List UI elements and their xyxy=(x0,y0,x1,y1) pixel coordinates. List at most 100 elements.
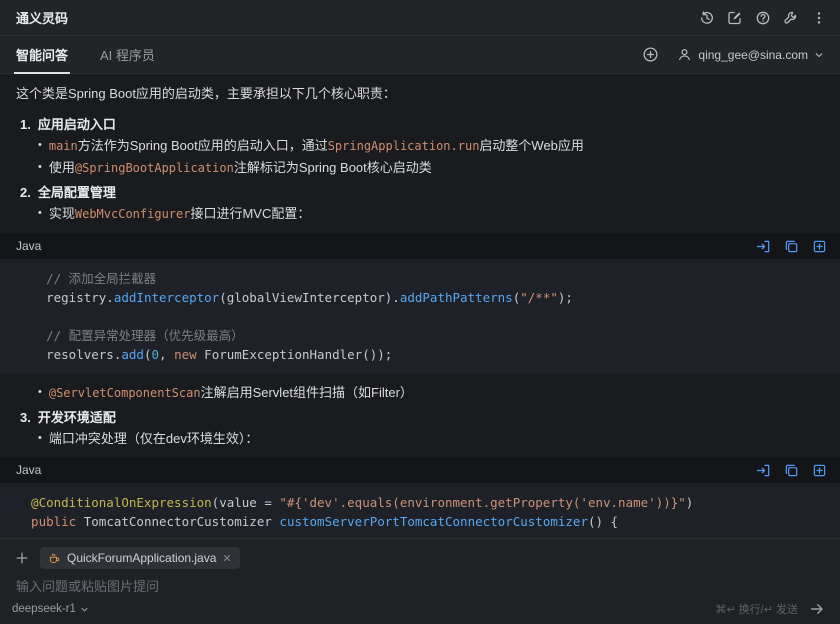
insert-new-file-icon[interactable] xyxy=(808,235,830,257)
text-segment: "/**" xyxy=(520,290,558,305)
message-list-item: • main方法作为Spring Boot应用的启动入口，通过SpringAppl… xyxy=(0,135,840,157)
text-segment: (value = xyxy=(211,495,280,510)
message-list-item: • @ServletComponentScan注解启用Servlet组件扫描（如F… xyxy=(0,382,840,404)
inline-code: SpringApplication.run xyxy=(327,139,480,153)
text-segment: 端口冲突处理（仅在dev环境生效）： xyxy=(48,431,259,446)
code-block: Java // 添加全局拦截器 registry.addInterceptor(… xyxy=(0,233,840,374)
close-icon[interactable] xyxy=(222,553,232,563)
text-segment: 实现 xyxy=(48,206,75,221)
code-content: @ConditionalOnExpression(value = "#{'dev… xyxy=(0,483,840,538)
list-item-text: 这个类是Spring Boot应用的启动类，主要承担以下几个核心职责： xyxy=(16,86,396,101)
text-segment: 全局配置管理 xyxy=(37,185,116,200)
chat-messages: 这个类是Spring Boot应用的启动类，主要承担以下几个核心职责： 1. 应用启… xyxy=(0,74,840,538)
new-conversation-icon[interactable] xyxy=(637,42,663,68)
list-marker: • xyxy=(38,161,42,173)
top-bar: 通义灵码 xyxy=(0,0,840,36)
text-segment: 方法作为Spring Boot应用的启动入口，通过 xyxy=(77,138,328,153)
copy-code-icon[interactable] xyxy=(780,459,802,481)
list-item-text: 全局配置管理 xyxy=(38,183,116,202)
copy-code-icon[interactable] xyxy=(780,235,802,257)
model-selector[interactable]: deepseek-r1 xyxy=(12,603,89,615)
text-segment: // 配置异常处理器（优先级最高） xyxy=(16,328,244,343)
chevron-down-icon xyxy=(80,605,89,614)
list-marker: • xyxy=(38,432,42,444)
text-segment: @ConditionalOnExpression xyxy=(16,495,212,510)
text-segment: 启动整个Web应用 xyxy=(479,138,584,153)
tab-bar: 智能问答 AI 程序员 qing_gee@sina.com xyxy=(0,36,840,74)
list-item-text: main方法作为Spring Boot应用的启动入口，通过SpringAppli… xyxy=(49,136,584,156)
message-list-item: 1. 应用启动入口 xyxy=(0,114,840,135)
context-row: QuickForumApplication.java xyxy=(12,547,828,569)
text-segment: 注解启用Servlet组件扫描（如Filter） xyxy=(200,385,413,400)
chat-input[interactable] xyxy=(16,579,824,594)
more-icon[interactable] xyxy=(806,5,832,31)
send-icon[interactable] xyxy=(806,598,828,620)
list-marker: • xyxy=(38,139,42,151)
list-item-text: 端口冲突处理（仅在dev环境生效）： xyxy=(49,429,258,448)
insert-code-icon[interactable] xyxy=(752,235,774,257)
tabs: 智能问答 AI 程序员 xyxy=(0,36,171,74)
text-segment: "#{'dev'.equals(environment.getProperty(… xyxy=(279,495,686,510)
code-line: // 配置异常处理器（优先级最高） xyxy=(16,326,824,345)
input-row xyxy=(12,569,828,600)
list-item-text: 开发环境适配 xyxy=(38,408,116,427)
code-block: Java @ConditionalOnExpression(value = "#… xyxy=(0,457,840,538)
code-language-label: Java xyxy=(16,463,42,477)
text-segment: new xyxy=(174,347,197,362)
context-file-name: QuickForumApplication.java xyxy=(67,551,217,565)
text-segment: ) xyxy=(685,495,694,510)
list-item-text: 应用启动入口 xyxy=(38,115,116,134)
list-marker: 3. xyxy=(20,410,31,425)
text-segment: , xyxy=(159,347,175,362)
insert-code-icon[interactable] xyxy=(752,459,774,481)
account-menu[interactable]: qing_gee@sina.com xyxy=(671,43,830,66)
text-segment: addPathPatterns xyxy=(399,290,513,305)
chevron-down-icon xyxy=(814,50,824,60)
code-block-header: Java xyxy=(0,457,840,483)
account-email: qing_gee@sina.com xyxy=(698,47,808,62)
code-line: public TomcatConnectorCustomizer customS… xyxy=(16,512,824,531)
add-context-icon[interactable] xyxy=(12,548,32,568)
inline-code: @SpringBootApplication xyxy=(74,161,234,175)
text-segment: // 添加全局拦截器 xyxy=(16,271,157,286)
history-icon[interactable] xyxy=(694,5,720,31)
context-file-chip[interactable]: QuickForumApplication.java xyxy=(40,547,241,569)
inline-code: WebMvcConfigurer xyxy=(74,207,191,221)
tab-label: 智能问答 xyxy=(16,48,69,63)
new-session-icon[interactable] xyxy=(722,5,748,31)
code-content: // 添加全局拦截器 registry.addInterceptor(globa… xyxy=(0,259,840,374)
java-file-icon xyxy=(48,552,61,565)
text-segment: 开发环境适配 xyxy=(37,410,116,425)
tab-smart-qa[interactable]: 智能问答 xyxy=(0,36,84,74)
tools-icon[interactable] xyxy=(778,5,804,31)
message-list-item: 3. 开发环境适配 xyxy=(0,407,840,428)
help-icon[interactable] xyxy=(750,5,776,31)
tongyi-lingma-panel: 通义灵码 智能问答 AI 程序员 qing_gee@sina.com 这个类是S… xyxy=(0,0,840,624)
user-icon xyxy=(677,47,692,62)
text-segment: 这个类是Spring Boot应用的启动类，主要承担以下几个核心职责： xyxy=(16,86,396,101)
message-list-item: 2. 全局配置管理 xyxy=(0,182,840,203)
composer-bottom: deepseek-r1 ⌘↵ 换行/↵ 发送 xyxy=(12,600,828,618)
code-block-header: Java xyxy=(0,233,840,259)
inline-code: main xyxy=(48,139,78,153)
send-area: ⌘↵ 换行/↵ 发送 xyxy=(715,598,828,620)
list-marker: 2. xyxy=(20,185,31,200)
list-marker: • xyxy=(38,386,42,398)
list-marker: • xyxy=(38,207,42,219)
code-line: // 添加全局拦截器 xyxy=(16,269,824,288)
text-segment: ForumExceptionHandler()); xyxy=(196,347,393,362)
text-segment: customServerPortTomcatConnectorCustomize… xyxy=(279,514,588,529)
code-actions xyxy=(752,459,830,481)
insert-new-file-icon[interactable] xyxy=(808,459,830,481)
list-item-text: 实现WebMvcConfigurer接口进行MVC配置： xyxy=(49,204,311,224)
composer: QuickForumApplication.java deepseek-r1 xyxy=(0,538,840,624)
tab-ai-programmer[interactable]: AI 程序员 xyxy=(84,36,171,73)
message-list-item: • 使用@SpringBootApplication注解标记为Spring Boo… xyxy=(0,157,840,179)
code-actions xyxy=(752,235,830,257)
text-segment: 注解标记为Spring Boot核心启动类 xyxy=(233,160,432,175)
inline-code: @ServletComponentScan xyxy=(48,386,201,400)
code-line: registry.addInterceptor(globalViewInterc… xyxy=(16,288,824,307)
text-segment: () { xyxy=(587,514,619,529)
text-segment: registry. xyxy=(16,290,114,305)
